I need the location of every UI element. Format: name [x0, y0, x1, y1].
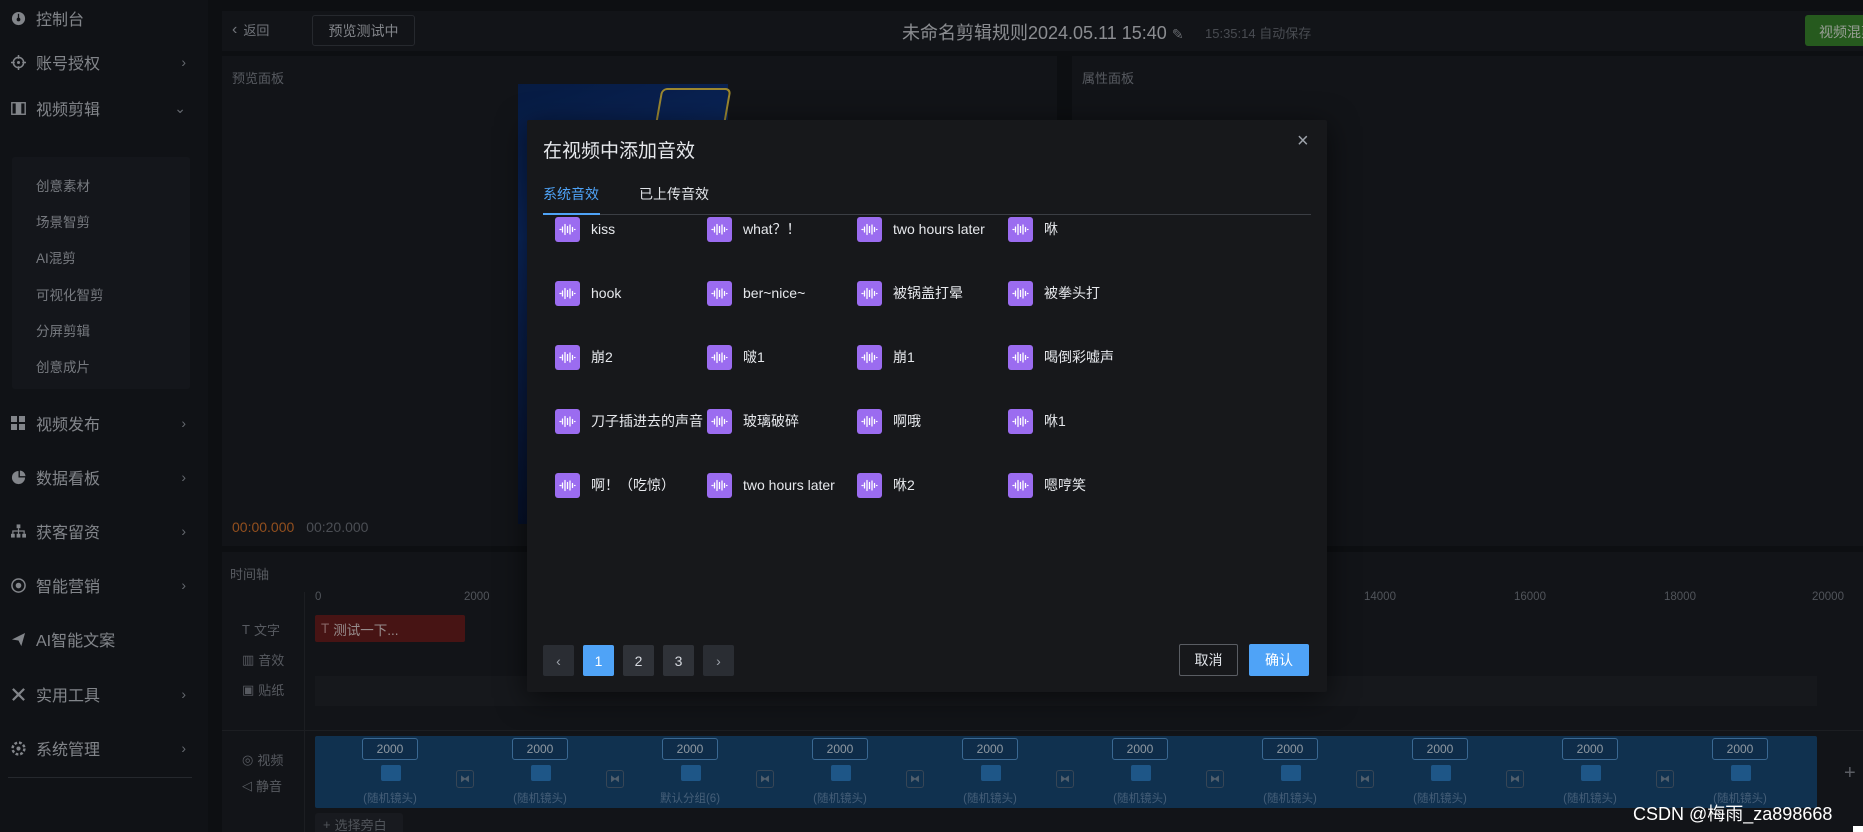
audio-wave-icon	[1008, 280, 1033, 306]
sound-effect-label: 咻2	[893, 477, 915, 493]
sound-effect-item[interactable]: 嗯哼笑	[1008, 471, 1086, 499]
sound-effect-label: 咻1	[1044, 413, 1066, 429]
prev-page-button[interactable]: ‹	[543, 645, 574, 676]
audio-wave-icon	[707, 472, 732, 498]
audio-wave-icon	[857, 216, 882, 242]
sound-effect-item[interactable]: what？！	[707, 215, 801, 243]
sound-effect-item[interactable]: two hours later	[707, 471, 835, 499]
audio-wave-icon	[1008, 408, 1033, 434]
sound-effect-label: 刀子插进去的声音	[591, 413, 703, 429]
sound-effect-item[interactable]: 咻2	[857, 471, 915, 499]
sound-effect-label: two hours later	[893, 221, 985, 237]
sound-effect-label: 被拳头打	[1044, 285, 1100, 301]
sound-effect-item[interactable]: 啵1	[707, 343, 765, 371]
page-button-2[interactable]: 2	[623, 645, 654, 676]
sound-effect-label: 啵1	[743, 349, 765, 365]
cancel-button[interactable]: 取消	[1179, 644, 1238, 676]
sound-effect-label: 崩1	[893, 349, 915, 365]
sound-tabs: 系统音效 已上传音效	[543, 184, 1311, 215]
audio-wave-icon	[857, 344, 882, 370]
sound-effect-label: 崩2	[591, 349, 613, 365]
audio-wave-icon	[555, 344, 580, 370]
audio-wave-icon	[707, 408, 732, 434]
sound-effect-label: 喝倒彩嘘声	[1044, 349, 1114, 365]
sound-effect-item[interactable]: 啊哦	[857, 407, 921, 435]
next-page-button[interactable]: ›	[703, 645, 734, 676]
sound-effect-label: 啊哦	[893, 413, 921, 429]
audio-wave-icon	[1008, 216, 1033, 242]
sound-effect-item[interactable]: hook	[555, 279, 621, 307]
sound-effect-item[interactable]: 啊！（吃惊）	[555, 471, 675, 499]
audio-wave-icon	[555, 216, 580, 242]
sound-effect-item[interactable]: 被锅盖打晕	[857, 279, 963, 307]
app-root: 控制台 账号授权 › 视频剪辑 ⌄ 创意素材 场景智剪 AI混剪 可视化智剪 分…	[0, 0, 1863, 832]
sound-effect-label: 玻璃破碎	[743, 413, 799, 429]
sound-effect-label: kiss	[591, 221, 616, 237]
sound-effect-item[interactable]: 喝倒彩嘘声	[1008, 343, 1114, 371]
sound-effect-label: 咻	[1044, 221, 1058, 237]
audio-wave-icon	[707, 280, 732, 306]
sound-effect-item[interactable]: ber~nice~	[707, 279, 805, 307]
sound-effect-item[interactable]: 崩2	[555, 343, 613, 371]
audio-wave-icon	[555, 280, 580, 306]
audio-wave-icon	[707, 344, 732, 370]
page-button-3[interactable]: 3	[663, 645, 694, 676]
sound-effect-item[interactable]: 刀子插进去的声音	[555, 407, 703, 435]
sound-effect-item[interactable]: 崩1	[857, 343, 915, 371]
sound-effect-label: 嗯哼笑	[1044, 477, 1086, 493]
corner-artifact	[1853, 826, 1863, 832]
dialog-title: 在视频中添加音效	[543, 141, 696, 162]
audio-wave-icon	[1008, 344, 1033, 370]
sound-effect-item[interactable]: two hours later	[857, 215, 985, 243]
audio-wave-icon	[857, 408, 882, 434]
sound-effect-label: ber~nice~	[743, 285, 806, 301]
page-button-1[interactable]: 1	[583, 645, 614, 676]
sound-effect-label: hook	[591, 285, 622, 301]
sound-effect-item[interactable]: 被拳头打	[1008, 279, 1100, 307]
sound-effect-label: what？！	[743, 221, 801, 237]
sound-effect-item[interactable]: 玻璃破碎	[707, 407, 799, 435]
audio-wave-icon	[555, 472, 580, 498]
audio-wave-icon	[1008, 472, 1033, 498]
sound-effect-label: two hours later	[743, 477, 835, 493]
audio-wave-icon	[707, 216, 732, 242]
sound-effect-label: 被锅盖打晕	[893, 285, 963, 301]
audio-wave-icon	[857, 472, 882, 498]
sound-effect-label: 啊！（吃惊）	[591, 477, 675, 493]
audio-wave-icon	[555, 408, 580, 434]
sound-effect-item[interactable]: kiss	[555, 215, 615, 243]
confirm-button[interactable]: 确认	[1249, 644, 1309, 676]
sound-effect-item[interactable]: 咻	[1008, 215, 1058, 243]
tab-uploaded-sounds[interactable]: 已上传音效	[639, 184, 709, 204]
tab-system-sounds[interactable]: 系统音效	[543, 184, 599, 204]
close-icon[interactable]: ×	[1297, 130, 1309, 153]
sound-effect-item[interactable]: 咻1	[1008, 407, 1066, 435]
watermark-text: CSDN @梅雨_za898668	[1633, 804, 1833, 824]
add-sound-effect-dialog: 在视频中添加音效 × 系统音效 已上传音效 kiss what？！ two hour…	[527, 120, 1327, 692]
audio-wave-icon	[857, 280, 882, 306]
